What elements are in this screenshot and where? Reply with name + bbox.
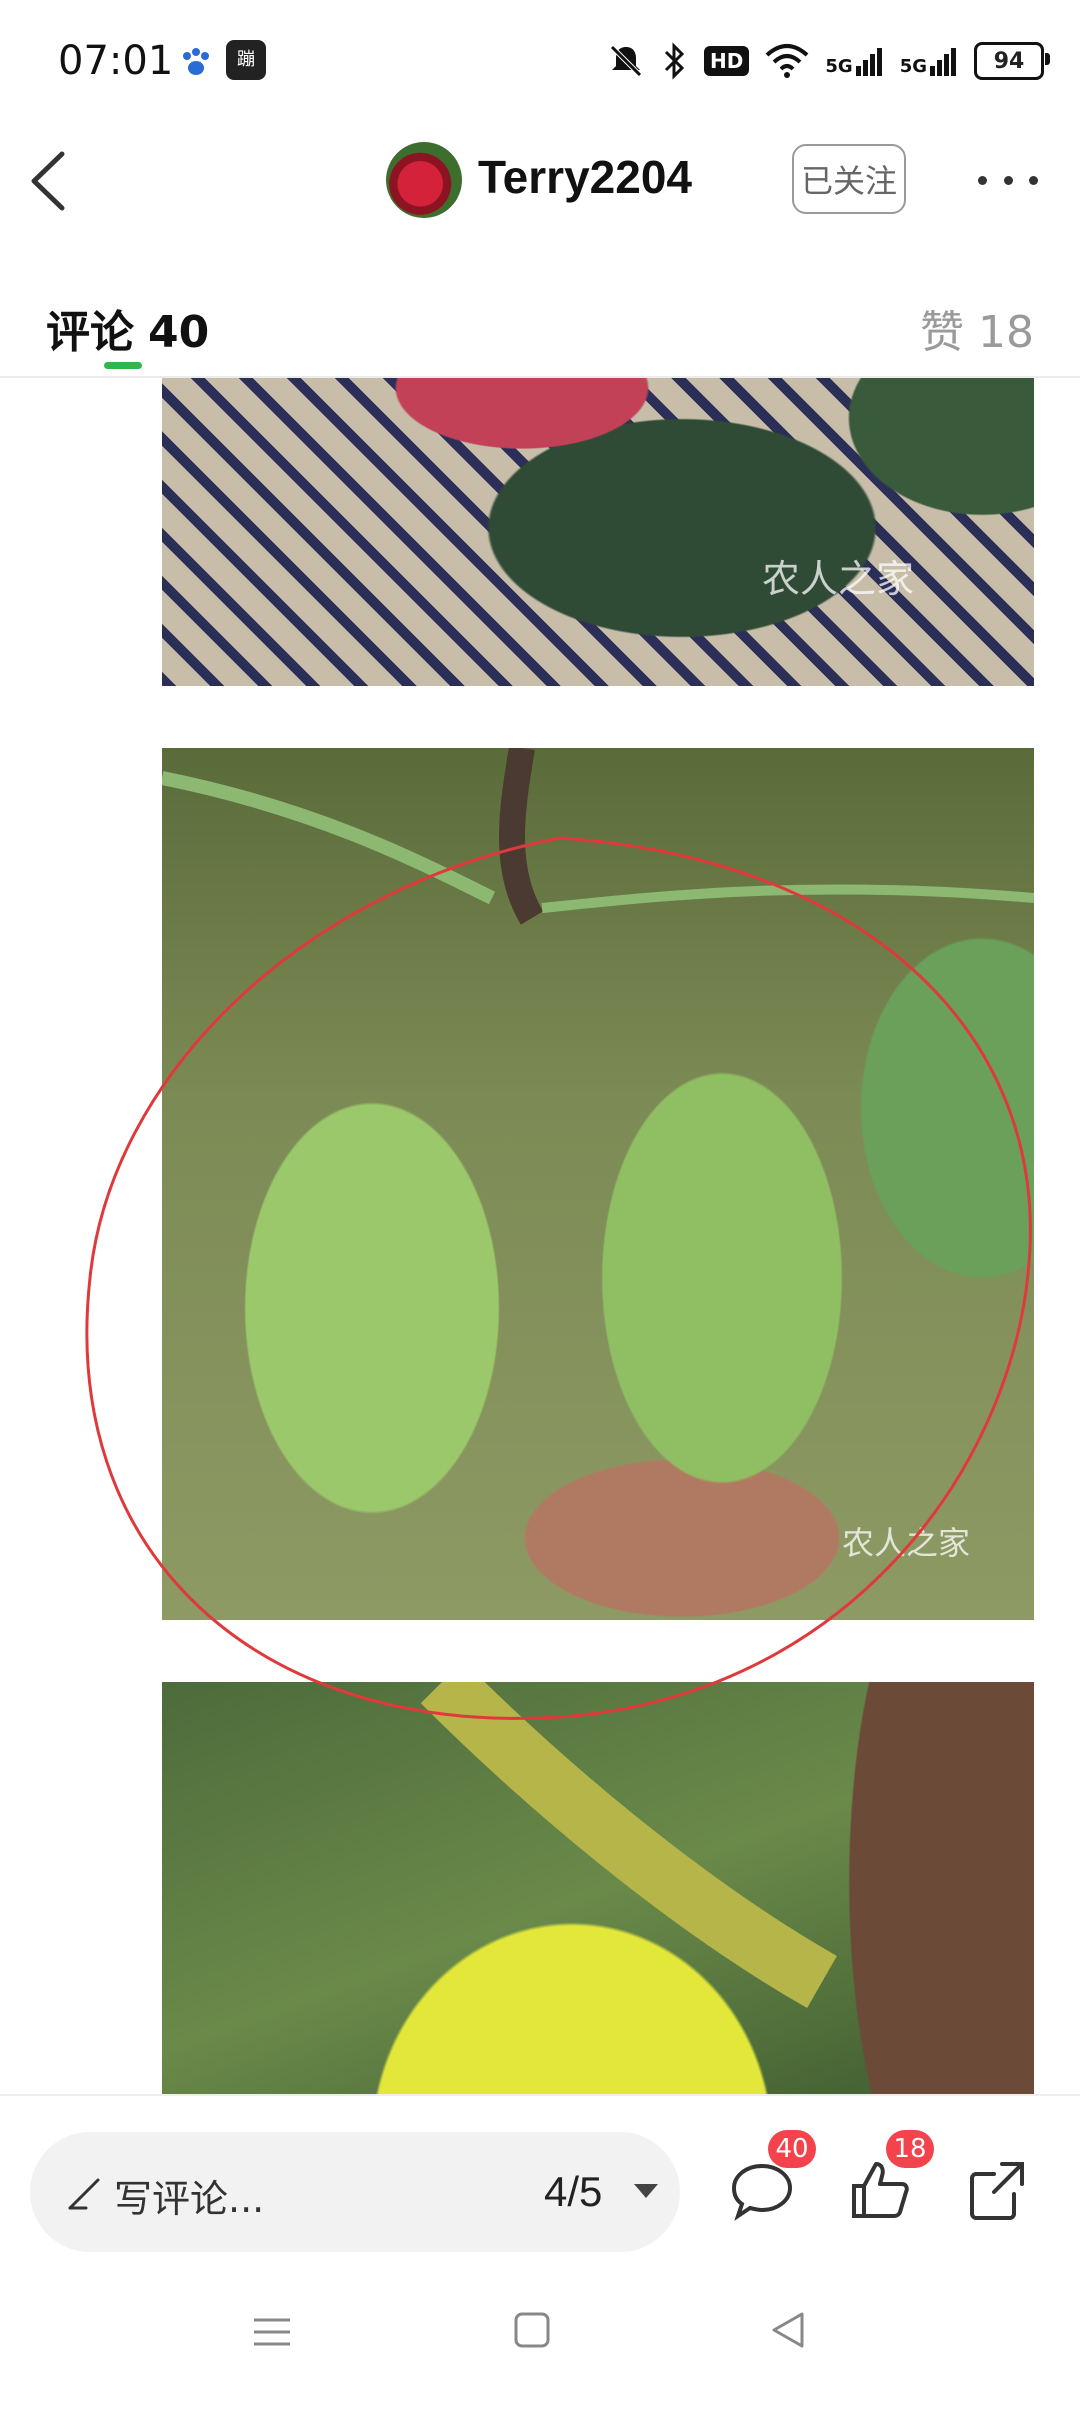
nav-back-icon[interactable]	[768, 2310, 808, 2350]
tab-likes-label: 赞	[920, 307, 964, 358]
dropdown-arrow-icon[interactable]	[634, 2184, 658, 2198]
post-image-1[interactable]: 农人之家	[162, 378, 1034, 686]
post-content[interactable]: 农人之家 农人之家	[0, 378, 1080, 2094]
tab-comments[interactable]: 评论 40	[46, 296, 209, 360]
tab-bar: 评论 40 赞 18	[0, 270, 1080, 378]
signal-bars-icon	[930, 48, 956, 76]
watermark: 农人之家	[762, 557, 915, 601]
tab-likes[interactable]: 赞 18	[920, 296, 1034, 360]
tab-likes-count: 18	[978, 307, 1034, 358]
signal-bars-icon	[855, 48, 882, 76]
share-icon	[970, 2162, 1024, 2220]
like-count-badge: 18	[886, 2130, 934, 2168]
wifi-icon	[766, 44, 809, 78]
battery-indicator: 94	[974, 42, 1050, 80]
app-icon: 蹦	[226, 40, 266, 80]
header: Terry2204 已关注	[0, 120, 1080, 240]
more-options-icon[interactable]	[978, 160, 1038, 200]
post-image-3[interactable]	[162, 1682, 1034, 2094]
menu-icon[interactable]	[252, 2312, 292, 2352]
home-icon[interactable]	[512, 2310, 552, 2350]
back-arrow-icon[interactable]	[22, 146, 82, 216]
system-nav-bar	[0, 2262, 1080, 2412]
active-tab-indicator	[104, 362, 142, 369]
comment-input[interactable]: 写评论... 4/5	[30, 2132, 680, 2252]
comment-button[interactable]: 40	[728, 2130, 816, 2224]
pen-icon	[68, 2178, 100, 2210]
signal-1: 5G	[825, 46, 883, 76]
like-button[interactable]: 18	[846, 2130, 934, 2224]
share-button[interactable]	[964, 2156, 1032, 2224]
page-indicator[interactable]: 4/5	[544, 2168, 602, 2216]
comment-placeholder: 写评论...	[114, 2177, 265, 2221]
hd-badge: HD	[704, 46, 750, 76]
username[interactable]: Terry2204	[478, 150, 692, 204]
bluetooth-icon	[664, 42, 685, 80]
comment-count-badge: 40	[768, 2130, 816, 2168]
bottom-action-bar: 写评论... 4/5 40 18	[0, 2094, 1080, 2264]
follow-button[interactable]: 已关注	[792, 144, 906, 214]
tab-comments-count: 40	[148, 307, 210, 358]
mute-bell-icon	[610, 45, 642, 77]
status-time: 07:01	[58, 38, 174, 84]
avatar[interactable]	[386, 142, 462, 218]
branch-drawing	[420, 1682, 837, 2009]
status-bar: 07:01 蹦 HD 5G 5G 94	[0, 0, 1080, 120]
signal-2: 5G	[900, 46, 958, 76]
red-circle-annotation	[85, 836, 1032, 1720]
paw-icon	[183, 48, 209, 75]
tab-comments-label: 评论	[46, 307, 134, 358]
